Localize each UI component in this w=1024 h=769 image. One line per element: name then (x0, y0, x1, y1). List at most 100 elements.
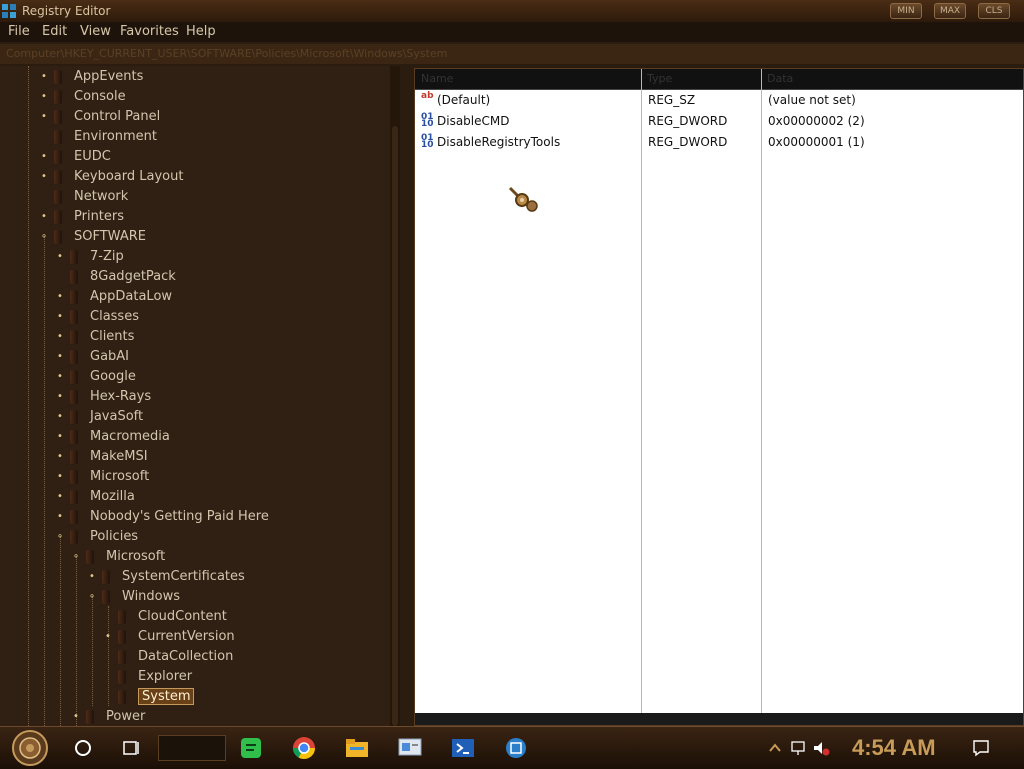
tree-item-label: MakeMSI (90, 449, 148, 464)
collapse-arrow-icon[interactable]: ∘ (40, 231, 48, 243)
folder-icon (118, 690, 126, 704)
tree-item-label: Console (74, 89, 126, 104)
folder-icon (118, 610, 126, 624)
expand-arrow-icon[interactable]: • (40, 111, 48, 123)
show-hidden-icons-icon[interactable] (766, 739, 784, 757)
collapse-arrow-icon[interactable]: ∘ (56, 531, 64, 543)
folder-icon (70, 370, 78, 384)
expand-arrow-icon[interactable]: • (40, 71, 48, 83)
expand-arrow-icon[interactable]: • (40, 91, 48, 103)
folder-icon (54, 230, 62, 244)
expand-arrow-icon[interactable]: • (104, 631, 112, 643)
start-button-icon[interactable] (12, 730, 48, 766)
values-list-pane[interactable]: Name Type Data ab (Default) REG_SZ (valu… (414, 68, 1024, 726)
close-button[interactable]: CLS (978, 3, 1010, 19)
tree-item-label: AppEvents (74, 69, 144, 84)
file-explorer-icon[interactable] (344, 735, 370, 761)
expand-arrow-icon[interactable]: • (56, 291, 64, 303)
tree-item-label: 7-Zip (90, 249, 124, 264)
minimize-button[interactable]: MIN (890, 3, 922, 19)
tree-scroll-thumb[interactable] (392, 126, 398, 726)
collapse-arrow-icon[interactable]: ∘ (88, 591, 96, 603)
expand-arrow-icon[interactable]: • (56, 351, 64, 363)
expand-arrow-icon[interactable]: • (56, 391, 64, 403)
menu-help[interactable]: Help (186, 24, 216, 39)
expand-arrow-icon[interactable]: • (40, 171, 48, 183)
tree-item-label: Policies (90, 529, 139, 544)
tree-item-label: 8GadgetPack (90, 269, 176, 284)
column-header-data[interactable]: Data (767, 69, 793, 89)
expand-arrow-icon[interactable]: • (88, 571, 96, 583)
menu-edit[interactable]: Edit (42, 24, 67, 39)
folder-icon (54, 90, 62, 104)
tree-item-label: GabAI (90, 349, 130, 364)
column-divider[interactable] (641, 69, 642, 725)
network-app-icon[interactable] (503, 735, 529, 761)
tree-guide-line (76, 556, 77, 726)
collapse-arrow-icon[interactable]: ∘ (72, 551, 80, 563)
powershell-icon[interactable] (450, 735, 476, 761)
menu-file[interactable]: File (8, 24, 30, 39)
maximize-label: MAX (939, 6, 961, 16)
menu-favorites[interactable]: Favorites (120, 24, 179, 39)
expand-arrow-icon[interactable]: • (56, 371, 64, 383)
folder-icon (70, 290, 78, 304)
tree-item-label: Microsoft (90, 469, 150, 484)
folder-icon (54, 130, 62, 144)
expand-arrow-icon[interactable]: • (56, 251, 64, 263)
address-bar[interactable]: Computer\HKEY_CURRENT_USER\SOFTWARE\Poli… (0, 44, 1024, 64)
chrome-icon[interactable] (291, 735, 317, 761)
column-header-name[interactable]: Name (421, 69, 453, 89)
taskbar-search-box[interactable] (158, 735, 226, 761)
tree-scrollbar[interactable] (390, 66, 400, 726)
expand-arrow-icon[interactable]: • (56, 451, 64, 463)
title-bar: Registry Editor MIN MAX CLS (0, 0, 1024, 22)
tree-item-label: Microsoft (106, 549, 166, 564)
key-tree-pane[interactable]: • AppEvents • Console • Control Panel Envir… (0, 66, 390, 726)
expand-arrow-icon[interactable]: • (72, 711, 80, 723)
task-view-icon[interactable] (118, 735, 144, 761)
sticky-notes-icon[interactable] (238, 735, 264, 761)
expand-arrow-icon[interactable]: • (40, 151, 48, 163)
expand-arrow-icon[interactable]: • (56, 331, 64, 343)
control-panel-icon[interactable] (397, 735, 423, 761)
minimize-label: MIN (897, 6, 915, 16)
value-name: (Default) (437, 93, 491, 107)
value-name: DisableCMD (437, 114, 510, 128)
address-path: Computer\HKEY_CURRENT_USER\SOFTWARE\Poli… (6, 47, 448, 60)
tree-item-label: SOFTWARE (74, 229, 146, 244)
tree-item-label: Google (90, 369, 136, 384)
taskbar-clock[interactable]: 4:54 AM (852, 735, 936, 761)
value-type: REG_SZ (648, 93, 696, 107)
expand-arrow-icon[interactable]: • (56, 471, 64, 483)
value-row[interactable]: 01 10 DisableCMD REG_DWORD 0x00000002 (2) (415, 111, 1023, 131)
list-horizontal-scrollbar[interactable] (415, 713, 1023, 725)
volume-muted-icon[interactable] (812, 739, 830, 757)
expand-arrow-icon[interactable]: • (56, 511, 64, 523)
menu-view[interactable]: View (80, 24, 111, 39)
column-divider[interactable] (761, 69, 762, 725)
expand-arrow-icon[interactable]: • (56, 411, 64, 423)
folder-icon (70, 250, 78, 264)
tree-guide-line (44, 236, 45, 726)
expand-arrow-icon[interactable]: • (56, 491, 64, 503)
expand-arrow-icon[interactable]: • (56, 431, 64, 443)
network-status-icon[interactable] (790, 739, 808, 757)
value-row[interactable]: ab (Default) REG_SZ (value not set) (415, 90, 1023, 110)
tree-item-label: AppDataLow (90, 289, 173, 304)
folder-icon (102, 570, 110, 584)
action-center-icon[interactable] (972, 739, 990, 757)
expand-arrow-icon[interactable]: • (40, 211, 48, 223)
expand-arrow-icon[interactable]: • (56, 311, 64, 323)
cortana-circle-icon[interactable] (70, 735, 96, 761)
tree-item-label: Explorer (138, 669, 193, 684)
tree-item-label: DataCollection (138, 649, 234, 664)
maximize-button[interactable]: MAX (934, 3, 966, 19)
value-data: (value not set) (768, 93, 856, 107)
column-header-type[interactable]: Type (647, 69, 672, 89)
value-row[interactable]: 01 10 DisableRegistryTools REG_DWORD 0x00… (415, 132, 1023, 152)
tree-item-label: Control Panel (74, 109, 161, 124)
tree-guide-line (108, 606, 109, 706)
tree-item-label: Environment (74, 129, 158, 144)
folder-icon (70, 390, 78, 404)
